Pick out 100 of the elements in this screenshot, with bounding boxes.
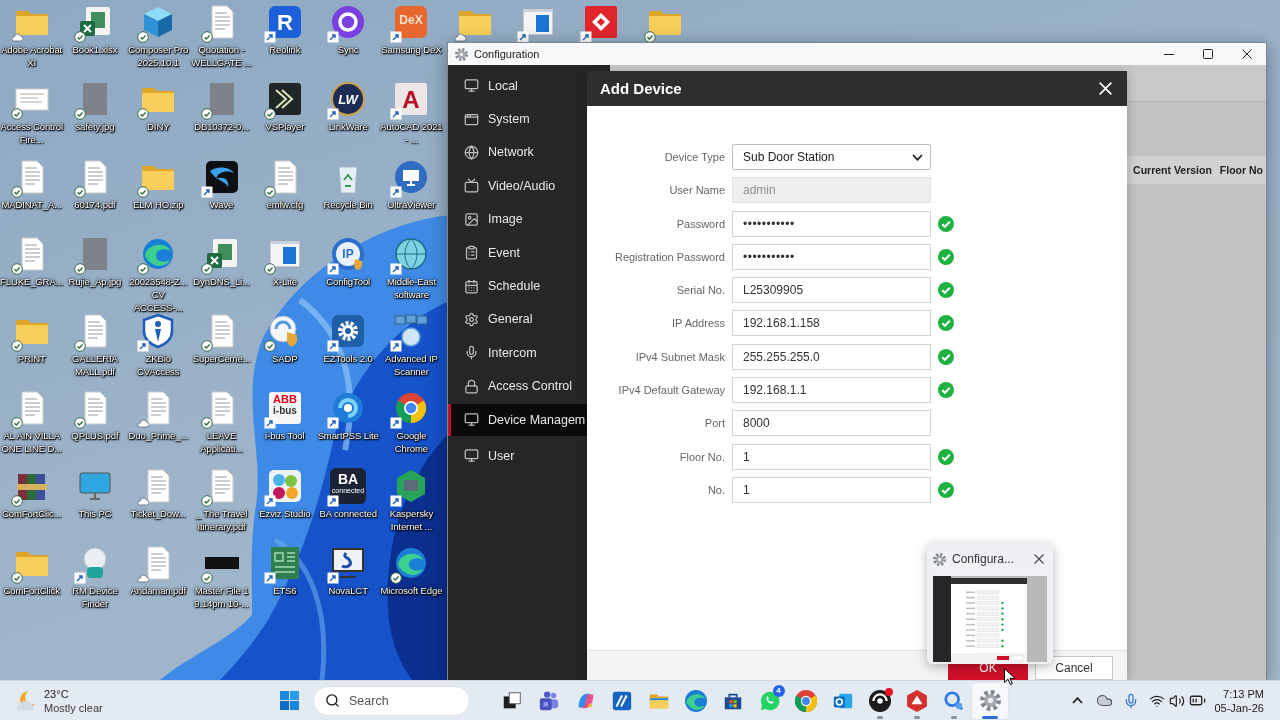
icon-label[interactable]: MADINAT_A... <box>1 197 62 211</box>
icon-label[interactable]: emfw.cfg <box>266 197 304 211</box>
window-icon <box>464 111 479 127</box>
ring-icon[interactable] <box>330 4 367 40</box>
icon-label[interactable]: SuperCeme... <box>192 352 251 366</box>
icon-label[interactable]: QPLUS.pdf <box>71 429 119 443</box>
network-icon[interactable] <box>393 313 430 350</box>
shortcut-arrow-icon <box>200 185 213 198</box>
icon-label[interactable]: SADP <box>272 352 298 366</box>
letter-tile-icon[interactable]: A <box>393 81 430 118</box>
icon-label[interactable]: LEAVE Applicati... <box>189 429 254 456</box>
icon-label[interactable]: ETS6 <box>273 584 297 598</box>
icon-label[interactable]: VSPlayer <box>265 120 305 134</box>
clock-date[interactable]: 05-Jan-26 <box>1214 700 1264 715</box>
letter-tile-icon[interactable]: DeX <box>393 4 430 40</box>
icon-label[interactable]: ELM HO.zip <box>133 197 184 211</box>
chevron-tile-icon[interactable] <box>266 81 303 118</box>
icon-label[interactable]: Composer Pro 2025.10.1 <box>126 43 190 69</box>
input-field[interactable]: 1 <box>732 476 931 503</box>
icon-label[interactable]: GALLERIA MALL.pdf <box>63 352 127 379</box>
icon-label[interactable]: BA connected <box>319 506 377 520</box>
icon-label[interactable]: 60174.pdf <box>74 197 116 211</box>
icon-label[interactable]: Access Control Fire... <box>0 120 64 147</box>
letter-circle-icon[interactable]: IP <box>330 235 367 272</box>
input-field[interactable]: 192.168.1.1 <box>732 377 931 404</box>
dropdown-select[interactable]: Sub Door Station <box>732 144 931 170</box>
diamond-tile-icon[interactable] <box>583 4 620 40</box>
icon-label[interactable]: Andaman.pdf <box>130 584 186 598</box>
icon-label[interactable]: Master File 1 9.14pm 10-... <box>189 584 254 611</box>
icon-label[interactable]: Google Chrome <box>379 429 444 456</box>
close-icon <box>1034 554 1044 564</box>
icon-label[interactable]: This PC <box>78 506 112 520</box>
icon-label[interactable]: ZKBio CVAccess <box>126 352 190 379</box>
sync-check-icon <box>137 262 150 275</box>
people-tile-icon <box>537 689 560 712</box>
icon-label[interactable]: 20023548-Z... CV ACCESS-... <box>126 274 190 314</box>
icon-label[interactable]: DINY <box>147 120 170 134</box>
sync-check-icon <box>10 417 23 430</box>
letter-tile-icon[interactable]: ABB i-bus <box>266 390 303 427</box>
icon-label[interactable]: DynDNS_Li... <box>193 274 250 288</box>
dialog-title: Add Device <box>600 80 683 97</box>
icon-label[interactable]: Samsung DeX <box>381 43 442 56</box>
chevron-up-icon[interactable] <box>1071 697 1083 704</box>
icon-label[interactable]: Advanced IP Scanner <box>379 352 444 379</box>
icon-label[interactable]: Middle-East software <box>379 274 444 301</box>
clock-time[interactable]: 7:13 PM <box>1223 686 1264 701</box>
icon-label[interactable]: i-bus Tool <box>265 429 305 443</box>
speaker-icon[interactable] <box>1169 692 1186 709</box>
icon-label[interactable]: AutoCAD 2021 - ... <box>379 120 444 147</box>
input-field[interactable]: 8000 <box>732 410 931 437</box>
icon-label[interactable]: Quotation - WELLGATE ... <box>189 43 254 69</box>
icon-label[interactable]: safety.jpg <box>75 120 115 134</box>
shortcut-arrow-icon <box>263 572 276 585</box>
icon-label[interactable]: LinkWare <box>328 120 368 134</box>
password-field[interactable]: ••••••••••• <box>732 243 931 270</box>
icon-label[interactable]: UltraViewer <box>387 197 436 211</box>
cancel-button[interactable]: Cancel <box>1035 656 1113 680</box>
field-label: Device Type <box>663 151 725 163</box>
sync-check-icon <box>73 417 86 430</box>
input-field[interactable]: 192.168.1.158 <box>732 310 931 337</box>
icon-label[interactable]: ComFortClic... <box>2 506 62 520</box>
icon-label[interactable]: Ezviz Studio <box>259 506 311 520</box>
input-field[interactable]: 255.255.255.0 <box>732 343 931 370</box>
icon-label[interactable]: Wave <box>209 197 234 211</box>
swoosh-tile-icon[interactable] <box>203 158 240 195</box>
icon-label[interactable]: Adobe Acrobat XI <box>0 43 64 69</box>
icon-label[interactable]: FLUKE_GRA... <box>0 274 64 288</box>
globe-icon[interactable] <box>393 235 430 272</box>
icon-label[interactable]: ComFortClick <box>3 584 60 598</box>
field-label: Serial No. <box>675 284 725 297</box>
input-field[interactable]: L25309905 <box>732 277 931 304</box>
icon-label[interactable]: DB10372-0... <box>194 120 249 134</box>
icon-label[interactable]: Reolink <box>269 43 301 56</box>
icon-label[interactable]: Recycle Bin <box>323 197 373 211</box>
icon-label[interactable]: SmartPSS Lite <box>317 429 379 443</box>
icon-label[interactable]: AL AIN VILLA ONE LINE D... <box>0 429 64 456</box>
icon-label[interactable]: NovaLCT <box>328 584 368 598</box>
letter-circle-icon[interactable]: LW <box>330 81 367 118</box>
icon-label[interactable]: Book1.xlsx <box>72 43 118 56</box>
icon-label[interactable]: Sync <box>337 43 359 56</box>
icon-label[interactable]: _ The Travel Itinerary.pdf <box>189 506 254 533</box>
window-preview-card[interactable]: Configura... <box>927 543 1053 664</box>
icon-label[interactable]: RM Device Finder <box>63 584 127 611</box>
icon-label[interactable]: X-Lite <box>272 274 297 288</box>
monitor-circle-icon[interactable] <box>393 158 430 195</box>
cloud-icon[interactable] <box>1095 692 1113 709</box>
search-field[interactable]: Search <box>313 685 470 716</box>
icon-label[interactable]: ConfigTool <box>326 274 371 288</box>
icon-label[interactable]: Microsoft Edge <box>380 584 443 598</box>
icon-label[interactable]: Kaspersky Internet ... <box>379 506 444 533</box>
gear-tile-icon[interactable] <box>330 313 367 350</box>
icon-label[interactable]: EZTools 2.0 <box>323 352 373 366</box>
input-field[interactable]: 1 <box>732 443 931 470</box>
taskbar-app-button[interactable]: 4 <box>751 682 788 719</box>
icon-label[interactable]: Ticket_Dow... <box>130 506 186 520</box>
icon-label[interactable]: PRINT <box>17 352 46 366</box>
letter-tile-icon[interactable]: R <box>266 4 303 40</box>
icon-label[interactable]: Rujie_Ap.jpg <box>68 274 122 288</box>
password-field[interactable]: ••••••••••• <box>732 210 931 237</box>
field-label: IPv4 Default Gateway <box>617 384 725 397</box>
